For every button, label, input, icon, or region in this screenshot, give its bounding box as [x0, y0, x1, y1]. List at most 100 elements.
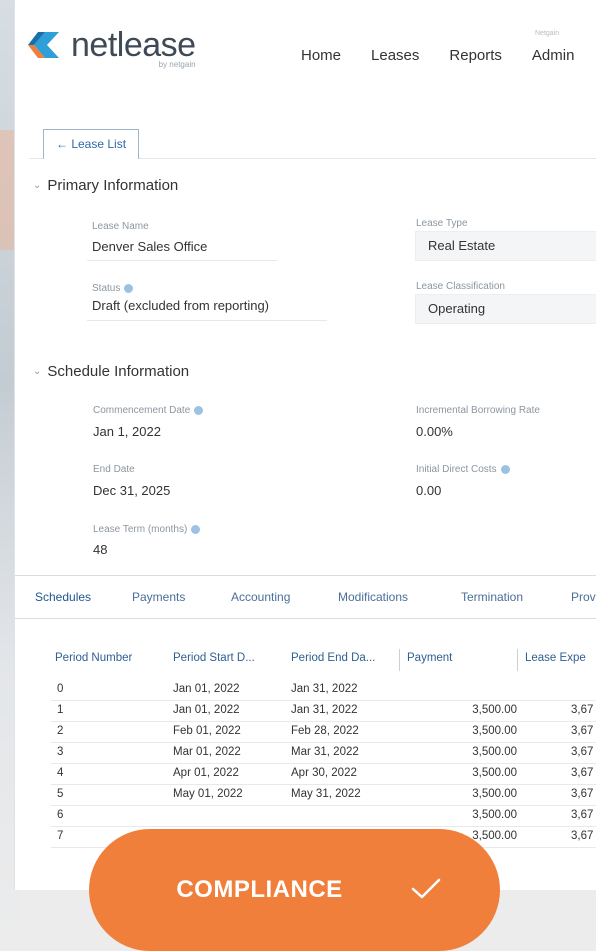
cell-period: 1: [57, 704, 64, 716]
cell-lease-expense: 3,67: [571, 809, 594, 821]
checkmark-icon: [411, 878, 441, 899]
cell-end-date: Mar 31, 2022: [291, 746, 359, 758]
table-row-divider: [51, 826, 596, 827]
cell-payment: 3,500.00: [472, 725, 517, 737]
idc-label: Initial Direct Costs: [416, 464, 510, 475]
nav-home[interactable]: Home: [301, 47, 341, 64]
cell-start-date: Jan 01, 2022: [173, 683, 240, 695]
cell-payment: 3,500.00: [472, 767, 517, 779]
header: netlease by netgain Netgain Home Leases …: [15, 0, 596, 105]
schedule-info-header[interactable]: ⌄ Schedule Information: [33, 363, 189, 380]
classification-label: Lease Classification: [416, 281, 505, 292]
col-payment[interactable]: Payment: [407, 652, 452, 664]
chevron-down-icon: ⌄: [33, 180, 42, 191]
cell-payment: 3,500.00: [472, 788, 517, 800]
nav-badge: Netgain: [535, 30, 560, 37]
cell-payment: 3,500.00: [472, 809, 517, 821]
main-nav: Home Leases Reports Admin: [301, 47, 574, 64]
cell-end-date: Apr 30, 2022: [291, 767, 357, 779]
lease-term-value: 48: [93, 542, 108, 557]
info-icon: [194, 405, 204, 415]
cell-period: 0: [57, 683, 64, 695]
compliance-label: COMPLIANCE: [176, 876, 343, 903]
tab-prov[interactable]: Prov: [571, 590, 596, 604]
cell-period: 7: [57, 830, 64, 842]
tab-modifications[interactable]: Modifications: [338, 590, 408, 604]
nav-leases[interactable]: Leases: [371, 47, 419, 64]
cell-end-date: Jan 31, 2022: [291, 704, 358, 716]
lease-term-label: Lease Term (months): [93, 524, 201, 535]
cell-start-date: May 01, 2022: [173, 788, 243, 800]
tab-schedules[interactable]: Schedules: [35, 590, 91, 604]
info-icon: [191, 524, 201, 534]
chevron-down-icon: ⌄: [33, 366, 42, 377]
cell-period: 5: [57, 788, 64, 800]
cell-lease-expense: 3,67: [571, 767, 594, 779]
nav-reports[interactable]: Reports: [449, 47, 502, 64]
compliance-banner[interactable]: COMPLIANCE: [89, 829, 500, 951]
cell-period: 6: [57, 809, 64, 821]
table-row-divider: [51, 721, 596, 722]
cell-period: 2: [57, 725, 64, 737]
status-underline: [87, 320, 327, 321]
ibr-label: Incremental Borrowing Rate: [416, 405, 540, 416]
netlease-logo-icon: [28, 32, 59, 58]
cell-start-date: Mar 01, 2022: [173, 746, 241, 758]
cell-period: 3: [57, 746, 64, 758]
cell-payment: 3,500.00: [472, 704, 517, 716]
cell-period: 4: [57, 767, 64, 779]
col-separator[interactable]: [399, 649, 400, 671]
cell-lease-expense: 3,67: [571, 725, 594, 737]
col-period-start[interactable]: Period Start D...: [173, 652, 255, 664]
logo[interactable]: netlease by netgain: [25, 28, 196, 69]
back-bar: ← Lease List: [29, 127, 596, 159]
app-window: netlease by netgain Netgain Home Leases …: [14, 0, 596, 890]
table-row-divider: [51, 784, 596, 785]
nav-admin[interactable]: Admin: [532, 47, 575, 64]
cell-start-date: Jan 01, 2022: [173, 704, 240, 716]
logo-wordmark: netlease: [71, 26, 196, 64]
table-row-divider: [51, 700, 596, 701]
tab-bar: Schedules Payments Accounting Modificati…: [15, 575, 596, 619]
col-separator[interactable]: [517, 649, 518, 671]
table-row-divider: [51, 805, 596, 806]
lease-name-label: Lease Name: [92, 221, 149, 232]
lease-type-label: Lease Type: [416, 218, 468, 229]
commencement-label: Commencement Date: [93, 405, 204, 416]
status-label: Status: [92, 283, 134, 294]
cell-payment: 3,500.00: [472, 746, 517, 758]
cell-start-date: Feb 01, 2022: [173, 725, 241, 737]
cell-end-date: Feb 28, 2022: [291, 725, 359, 737]
schedule-info-title: Schedule Information: [47, 363, 190, 380]
col-period-end[interactable]: Period End Da...: [291, 652, 375, 664]
primary-info-header[interactable]: ⌄ Primary Information: [33, 177, 178, 194]
info-icon: [124, 283, 134, 293]
lease-name-underline: [87, 260, 277, 261]
end-date-value: Dec 31, 2025: [93, 483, 171, 498]
tab-accounting[interactable]: Accounting: [231, 590, 290, 604]
cell-lease-expense: 3,67: [571, 830, 594, 842]
col-lease-expense[interactable]: Lease Expe: [525, 652, 586, 664]
ibr-value: 0.00%: [416, 424, 453, 439]
cell-end-date: Jan 31, 2022: [291, 683, 358, 695]
cell-end-date: May 31, 2022: [291, 788, 361, 800]
tab-payments[interactable]: Payments: [132, 590, 185, 604]
tab-termination[interactable]: Termination: [461, 590, 523, 604]
cell-lease-expense: 3,67: [571, 704, 594, 716]
cell-lease-expense: 3,67: [571, 746, 594, 758]
lease-name-value: Denver Sales Office: [92, 239, 208, 254]
table-row-divider: [51, 763, 596, 764]
lease-type-field[interactable]: Real Estate: [415, 231, 596, 261]
commencement-value: Jan 1, 2022: [93, 424, 161, 439]
end-date-label: End Date: [93, 464, 135, 475]
idc-value: 0.00: [416, 483, 442, 498]
cell-lease-expense: 3,67: [571, 788, 594, 800]
col-period-number[interactable]: Period Number: [55, 652, 132, 664]
lease-list-button[interactable]: ← Lease List: [43, 129, 140, 159]
classification-field[interactable]: Operating: [415, 294, 596, 324]
primary-info-title: Primary Information: [47, 177, 179, 194]
status-value: Draft (excluded from reporting): [92, 298, 270, 313]
table-row-divider: [51, 742, 596, 743]
info-icon: [500, 464, 510, 474]
cell-start-date: Apr 01, 2022: [173, 767, 239, 779]
